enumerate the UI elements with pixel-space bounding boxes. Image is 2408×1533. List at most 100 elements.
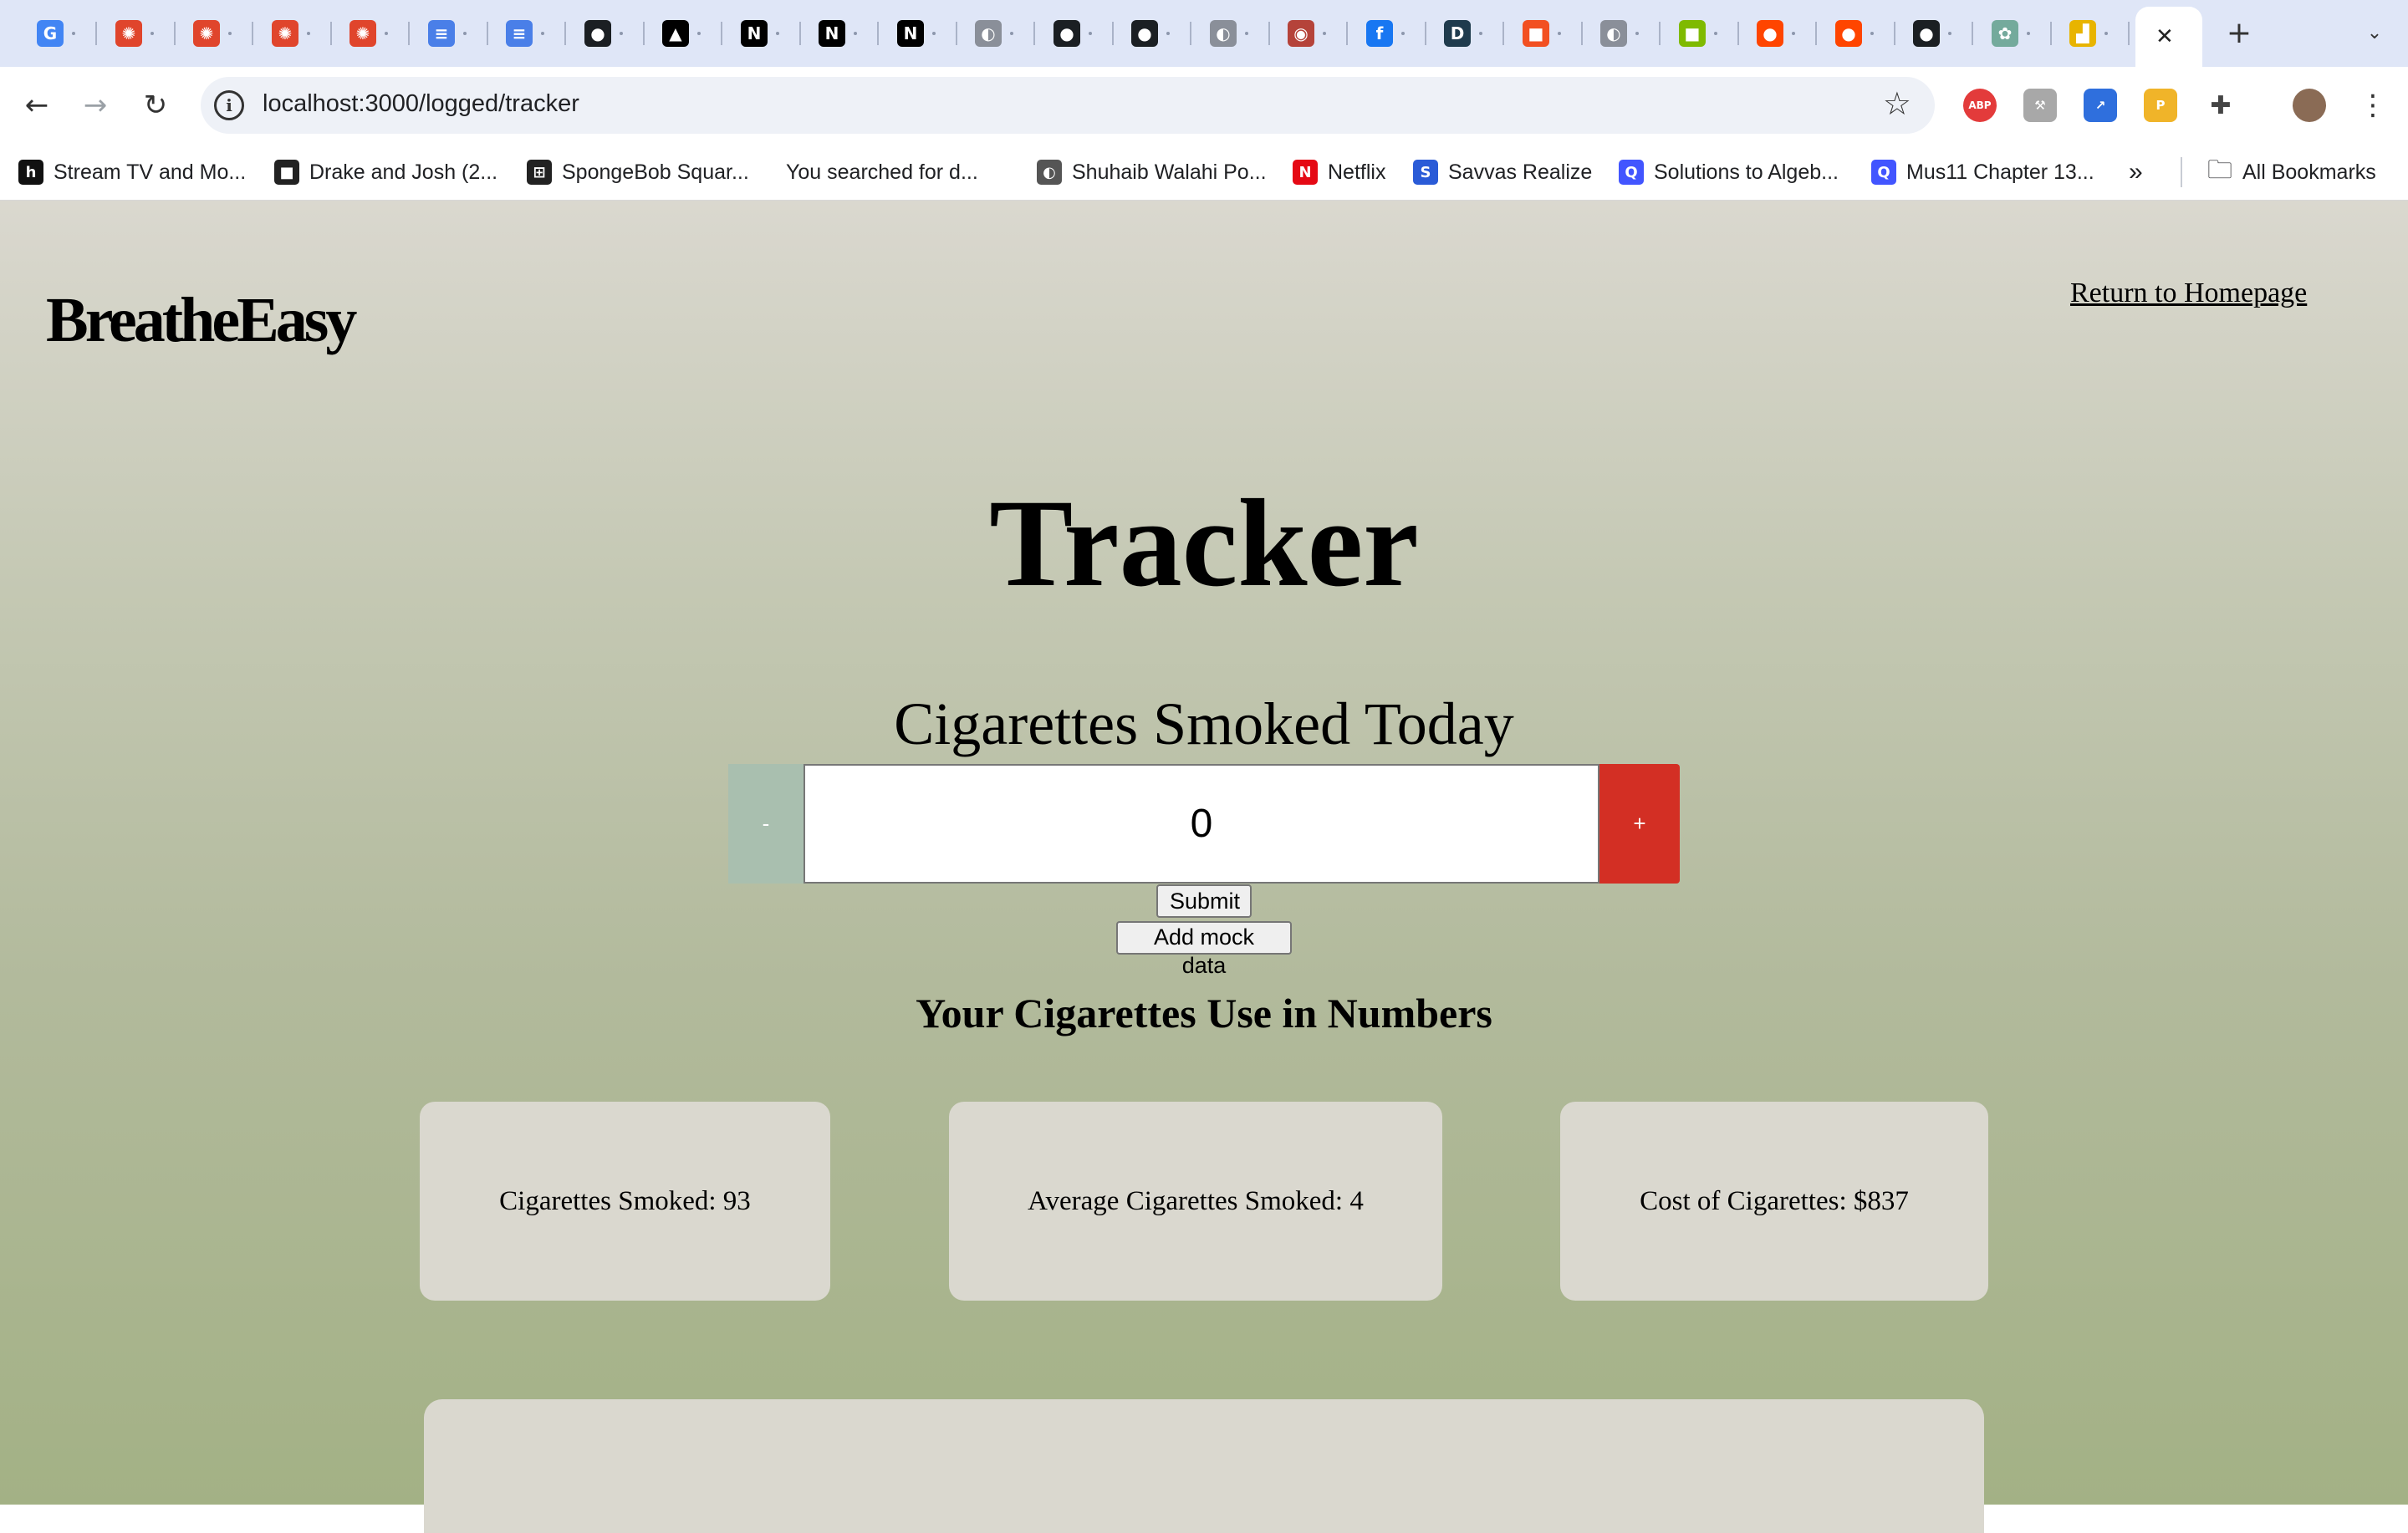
cost-text: Cost of Cigarettes: $837 xyxy=(1640,1185,1909,1216)
tab-indicator xyxy=(2027,32,2030,35)
bookmark-label: Netflix xyxy=(1328,160,1386,184)
adblock-plus-icon[interactable]: ABP xyxy=(1963,89,1997,122)
puzzle-icon[interactable]: ✚ xyxy=(2204,89,2237,122)
browser-tab[interactable]: ✿ xyxy=(1978,7,2052,60)
browser-tab[interactable]: ✺ xyxy=(336,7,410,60)
browser-tab[interactable]: ● xyxy=(1743,7,1817,60)
tab-search-button[interactable]: ⌄ xyxy=(2358,17,2391,50)
tab-separator xyxy=(643,22,645,45)
browser-tab[interactable]: ▲ xyxy=(649,7,722,60)
browser-tab[interactable]: ◐ xyxy=(1196,7,1270,60)
tab-separator xyxy=(330,22,332,45)
browser-tab[interactable]: ● xyxy=(1900,7,1973,60)
tab-separator xyxy=(1425,22,1426,45)
bookmark-item[interactable]: ⊞ SpongeBob Squar... xyxy=(527,155,749,189)
close-icon[interactable]: ✕ xyxy=(2155,24,2174,49)
bookmark-item[interactable]: Q Mus11 Chapter 13... xyxy=(1871,155,2094,189)
tab-separator xyxy=(799,22,801,45)
add-mock-data-button[interactable]: Add mock data xyxy=(1116,921,1292,978)
browser-tab[interactable]: ◐ xyxy=(1587,7,1661,60)
browser-tab[interactable]: ● xyxy=(1040,7,1114,60)
bookmark-item[interactable]: ◐ Shuhaib Walahi Po... xyxy=(1037,155,1267,189)
all-bookmarks-button[interactable]: 🗀 All Bookmarks xyxy=(2207,155,2376,189)
stats-heading: Your Cigarettes Use in Numbers xyxy=(916,990,1492,1036)
canvas-icon: ✺ xyxy=(193,20,220,47)
tab-separator xyxy=(1815,22,1817,45)
forward-button[interactable]: → xyxy=(74,84,117,127)
mascot-icon: ◉ xyxy=(1288,20,1314,47)
tab-indicator xyxy=(1166,32,1170,35)
profile-avatar[interactable] xyxy=(2293,89,2326,122)
submit-button[interactable]: Submit xyxy=(1156,884,1252,918)
decrement-button[interactable]: - xyxy=(728,764,804,884)
browser-tab[interactable]: D xyxy=(1431,7,1504,60)
browser-tab[interactable]: N xyxy=(884,7,957,60)
tab-indicator xyxy=(932,32,936,35)
average-smoked-card: Average Cigarettes Smoked: 4 xyxy=(949,1102,1442,1301)
new-tab-button[interactable]: + xyxy=(2221,15,2258,52)
bookmark-star-icon[interactable]: ☆ xyxy=(1883,85,1911,122)
chatgpt-icon: ✿ xyxy=(1992,20,2018,47)
bookmark-item[interactable]: h Stream TV and Mo... xyxy=(18,155,246,189)
p-extension-icon[interactable]: P xyxy=(2144,89,2177,122)
bookmarks-overflow-button[interactable]: » xyxy=(2129,155,2143,189)
tab-indicator xyxy=(307,32,310,35)
gift-icon: ⊞ xyxy=(527,160,552,185)
open-link-icon[interactable]: ↗ xyxy=(2084,89,2117,122)
browser-tab[interactable]: ✺ xyxy=(102,7,176,60)
browser-tab[interactable]: ■ xyxy=(1509,7,1583,60)
globe-icon: ◐ xyxy=(1037,160,1062,185)
browser-menu-button[interactable]: ⋮ xyxy=(2351,84,2395,127)
browser-tab[interactable]: ◐ xyxy=(962,7,1035,60)
bookmark-item[interactable]: ■ Drake and Josh (2... xyxy=(274,155,497,189)
browser-tab[interactable]: f xyxy=(1353,7,1426,60)
tab-indicator xyxy=(697,32,701,35)
url-text[interactable]: localhost:3000/logged/tracker xyxy=(263,90,579,118)
bookmark-item[interactable]: Q Solutions to Algeb... xyxy=(1619,155,1839,189)
browser-tab[interactable]: ✺ xyxy=(258,7,332,60)
browser-tab[interactable]: N xyxy=(727,7,801,60)
browser-tab[interactable]: ● xyxy=(571,7,645,60)
tab-separator xyxy=(1502,22,1504,45)
cigarette-count-input[interactable] xyxy=(804,764,1599,884)
browser-tab[interactable]: ≡ xyxy=(492,7,566,60)
browser-tab[interactable]: ◉ xyxy=(1274,7,1348,60)
tab-active[interactable]: ✕ xyxy=(2135,7,2202,67)
tab-separator xyxy=(1346,22,1348,45)
browser-tab[interactable]: ■ xyxy=(1666,7,1739,60)
tab-separator xyxy=(1190,22,1191,45)
tab-indicator xyxy=(150,32,154,35)
microsoft-icon: ■ xyxy=(1679,20,1706,47)
bookmark-item[interactable]: S Savvas Realize xyxy=(1413,155,1592,189)
return-to-homepage-link[interactable]: Return to Homepage xyxy=(2070,278,2307,309)
browser-toolbar: ← → ↻ i localhost:3000/logged/tracker ☆ … xyxy=(0,67,2408,144)
site-info-icon[interactable]: i xyxy=(214,90,244,120)
browser-tab[interactable]: ▟ xyxy=(2056,7,2130,60)
bookmark-item[interactable]: You searched for d... xyxy=(786,155,978,189)
bookmark-item[interactable]: N Netflix xyxy=(1293,155,1385,189)
all-bookmarks-label: All Bookmarks xyxy=(2242,160,2376,184)
tab-separator xyxy=(1894,22,1895,45)
browser-tab[interactable]: ● xyxy=(1118,7,1191,60)
google-docs-icon: ≡ xyxy=(506,20,533,47)
tab-separator xyxy=(1659,22,1661,45)
microsoft-icon: ■ xyxy=(1523,20,1549,47)
reddit-icon: ● xyxy=(1835,20,1862,47)
browser-tab[interactable]: G xyxy=(23,7,97,60)
total-smoked-card: Cigarettes Smoked: 93 xyxy=(420,1102,830,1301)
hammer-icon[interactable]: ⚒ xyxy=(2023,89,2057,122)
tab-separator xyxy=(1737,22,1739,45)
address-bar[interactable]: i localhost:3000/logged/tracker ☆ xyxy=(201,77,1935,134)
back-button[interactable]: ← xyxy=(15,84,59,127)
bookmark-label: Shuhaib Walahi Po... xyxy=(1072,160,1267,184)
reload-button[interactable]: ↻ xyxy=(134,84,177,127)
browser-tab[interactable]: N xyxy=(805,7,879,60)
browser-tab[interactable]: ● xyxy=(1822,7,1895,60)
bookmark-label: Stream TV and Mo... xyxy=(54,160,247,184)
tab-indicator xyxy=(1792,32,1795,35)
increment-button[interactable]: + xyxy=(1599,764,1680,884)
bookmarks-bar: h Stream TV and Mo... ■ Drake and Josh (2..… xyxy=(0,144,2408,201)
browser-tab[interactable]: ✺ xyxy=(180,7,253,60)
browser-tab[interactable]: ≡ xyxy=(415,7,488,60)
site-logo[interactable]: BreatheEasy xyxy=(46,284,357,357)
